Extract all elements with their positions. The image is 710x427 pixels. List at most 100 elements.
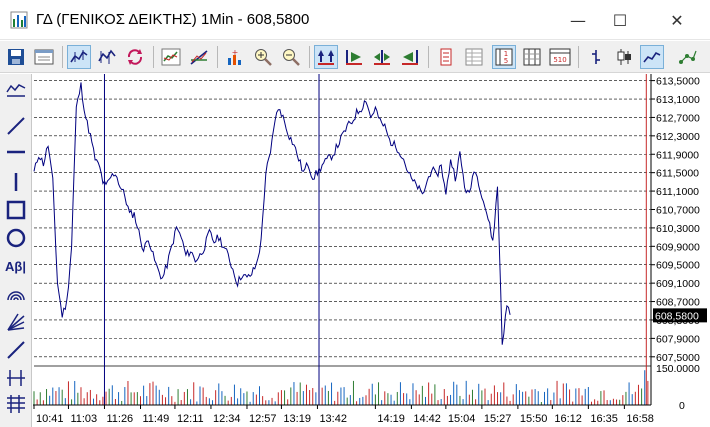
toolbar-separator [428,46,429,68]
data-window-button[interactable] [434,45,458,69]
arc-tool[interactable] [3,282,28,306]
fan-tool[interactable] [3,310,28,334]
scroll-left-button[interactable] [398,45,422,69]
maximize-button[interactable]: ☐ [597,0,643,40]
columns-button[interactable] [520,45,544,69]
refresh-button[interactable] [123,45,147,69]
price-series [33,82,511,345]
period-5-button[interactable]: 15 [492,45,516,69]
x-tick-label: 12:34 [213,413,241,425]
volume-tick-label: 150.0000 [656,363,700,375]
chart-type-icon [5,84,25,97]
trendline-chart-button[interactable] [187,45,211,69]
scatter-style-button[interactable] [676,45,700,69]
x-axis-labels: 10:41 11:03 11:26 11:49 12:11 12:34 12:57 13:19… [36,413,654,425]
grid-table-button[interactable] [462,45,486,69]
price-chart[interactable]: 613,5000 613,1000 612,7000 612,3000 611,9000… [33,74,710,427]
scatter-style-icon [679,50,697,64]
line-style-icon [643,51,661,63]
scroll-both-icon [374,50,390,65]
vertical-line-tool[interactable] [3,170,28,194]
x-tick-label: 11:49 [142,413,169,425]
indicator-chart-button[interactable] [159,45,183,69]
x-tick-label: 14:19 [377,413,405,425]
y-tick-label: 611,9000 [656,149,699,161]
line-mode-button[interactable] [67,45,91,69]
session-markers [103,74,647,405]
cycles-tool[interactable] [3,366,28,390]
window-title: ΓΔ (ΓΕΝΙΚΟΣ ΔΕΙΚΤΗΣ) 1Min - 608,5800 [36,11,310,28]
y-tick-label: 607,9000 [656,333,700,345]
y-tick-label: 613,1000 [656,94,700,106]
volume-tick-label: 0 [679,400,685,412]
chart-type-tool[interactable] [3,79,28,103]
rectangle-tool[interactable] [3,198,28,222]
period-510-icon: 510 [549,48,571,66]
last-price-tag: 608,5800 [653,308,707,323]
indicator-chart-icon [161,48,181,66]
last-price-value: 608,5800 [655,310,699,322]
toolbar-separator [62,46,63,68]
x-tick-label: 11:03 [70,413,97,425]
horizontal-line-tool[interactable] [3,140,28,164]
cycles-tool-icon [6,370,25,386]
x-tick-label: 16:35 [590,413,618,425]
close-button[interactable]: ✕ [654,0,700,40]
properties-icon [34,49,54,65]
axes [33,74,652,409]
candle-style-icon [617,49,631,65]
x-tick-label: 13:19 [283,413,311,425]
save-icon [8,49,24,65]
save-button[interactable] [4,45,28,69]
scroll-right-button[interactable] [342,45,366,69]
x-tick-label: 16:12 [554,413,582,425]
zoom-out-icon [283,49,300,66]
svg-text:5: 5 [504,57,508,65]
drawing-tools-panel: Aβ| [0,74,32,427]
minimize-button[interactable]: — [555,0,601,40]
y-tick-label: 609,5000 [656,260,700,272]
y-tick-label: 609,9000 [656,241,700,253]
zoom-out-button[interactable] [279,45,303,69]
y-tick-label: 607,5000 [656,352,700,364]
x-tick-label: 14:42 [413,413,441,425]
fibonacci-tool[interactable] [3,392,28,416]
channel-tool[interactable] [3,338,28,362]
refresh-icon [127,49,143,65]
x-tick-label: 16:58 [626,413,654,425]
bar-style-icon [592,50,600,64]
y-tick-label: 611,1000 [656,186,699,198]
zoom-in-button[interactable] [251,45,275,69]
y-tick-label: 609,1000 [656,278,700,290]
x-tick-label: 15:27 [484,413,512,425]
fit-vertical-icon [318,50,334,65]
y-axis-labels: 613,5000 613,1000 612,7000 612,3000 611,9000… [656,76,700,412]
text-tool[interactable]: Aβ| [3,254,28,278]
gridlines [34,80,655,367]
horizontal-line-tool-icon [6,150,25,154]
volume-plus-icon: + [228,48,241,65]
bar-style-button[interactable] [584,45,608,69]
scroll-both-button[interactable] [370,45,394,69]
fit-vertical-button[interactable] [314,45,338,69]
ohlc-mode-button[interactable] [95,45,119,69]
price-line [33,82,511,345]
period-5-icon: 15 [495,48,513,66]
zoom-in-icon [255,49,272,66]
volume-plus-button[interactable]: + [223,45,247,69]
svg-text:510: 510 [553,56,566,64]
line-chart-mode-icon [70,50,88,63]
x-tick-label: 11:26 [106,413,133,425]
toolbar-separator [578,46,579,68]
x-tick-label: 15:04 [448,413,476,425]
line-tool[interactable] [3,114,28,138]
line-style-button[interactable] [640,45,664,69]
ellipse-tool[interactable] [3,226,28,250]
svg-text:+: + [232,48,239,57]
period-510-button[interactable]: 510 [548,45,572,69]
x-tick-label: 10:41 [36,413,64,425]
properties-button[interactable] [32,45,56,69]
candle-style-button[interactable] [612,45,636,69]
channel-tool-icon [6,341,25,359]
chart-area[interactable]: 613,5000 613,1000 612,7000 612,3000 611,9000… [33,74,710,427]
